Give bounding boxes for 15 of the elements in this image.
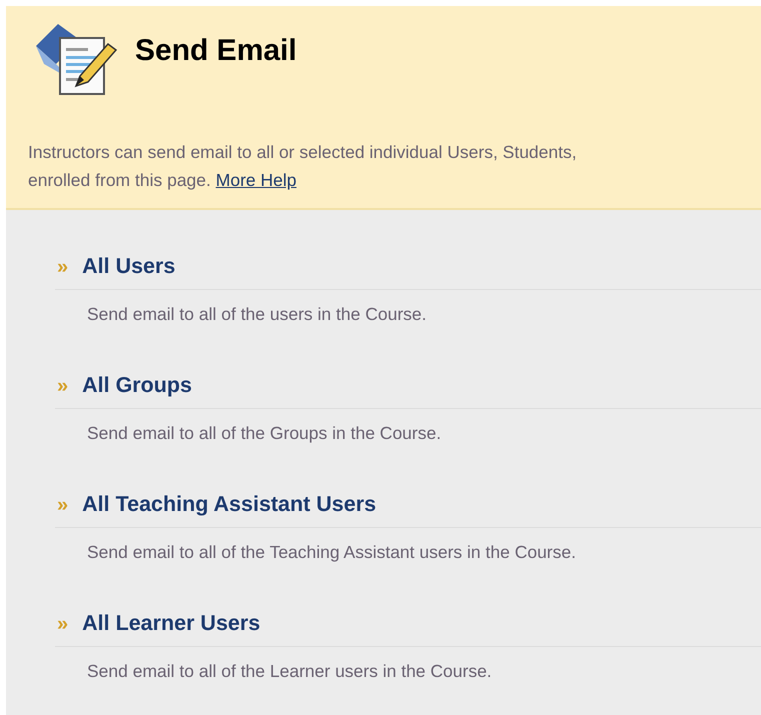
- option-description: Send email to all of the Groups in the Course.: [87, 423, 442, 444]
- chevron-icon: »: [57, 256, 68, 276]
- option-link[interactable]: All Teaching Assistant Users: [82, 492, 376, 517]
- option-description: Send email to all of the Teaching Assistant users in the Course.: [87, 542, 577, 563]
- intro-text: Instructors can send email to all or selected individual Users, Students, enrolled from this page. More Help: [28, 141, 578, 192]
- option-link[interactable]: All Users: [82, 254, 176, 279]
- option-link[interactable]: All Groups: [82, 373, 192, 398]
- option-description: Send email to all of the users in the Course.: [87, 304, 428, 325]
- chevron-icon: »: [57, 376, 68, 396]
- chevron-icon: »: [57, 494, 68, 514]
- chevron-icon: »: [57, 614, 68, 634]
- option-link[interactable]: All Learner Users: [82, 611, 260, 636]
- page-title: Send Email: [135, 34, 297, 68]
- more-help-link[interactable]: More Help: [216, 170, 296, 190]
- option-description: Send email to all of the Learner users in the Course.: [87, 661, 493, 682]
